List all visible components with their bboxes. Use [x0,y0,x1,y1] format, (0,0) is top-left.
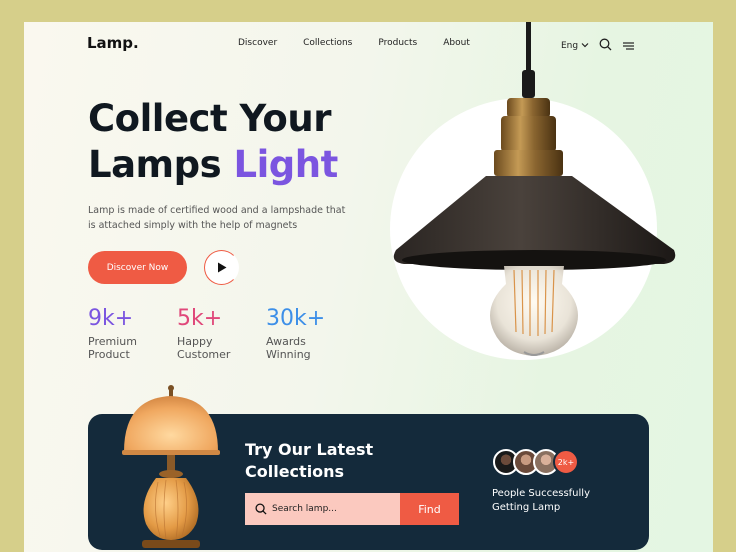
stat-label: Premium Product [88,335,137,361]
discover-now-button[interactable]: Discover Now [88,251,187,284]
search-input[interactable] [272,504,392,514]
hero-title: Collect Your Lamps Light [88,96,338,188]
customer-avatars: 2k+ [493,449,579,475]
stat-happy-customer: 5k+ Happy Customer [177,305,266,361]
stat-premium-product: 9k+ Premium Product [88,305,177,361]
stat-value: 30k+ [266,306,326,331]
play-icon [217,258,227,277]
play-video-button[interactable] [204,250,239,285]
pendant-lamp-image [393,22,676,356]
hero-title-line-1: Collect Your [88,97,331,140]
table-lamp-image [122,385,220,548]
search-box [245,493,402,525]
stat-label: Happy Customer [177,335,231,361]
stat-awards-winning: 30k+ Awards Winning [266,305,355,361]
avatar-count-badge: 2k+ [553,449,579,475]
stat-value: 5k+ [177,306,223,331]
logo[interactable]: Lamp. [87,34,139,52]
nav-link-collections[interactable]: Collections [303,38,352,48]
hero-title-line-2: Lamps Light [88,142,338,188]
nav-link-discover[interactable]: Discover [238,38,277,48]
stat-value: 9k+ [88,306,134,331]
stats-row: 9k+ Premium Product 5k+ Happy Customer 3… [88,305,355,361]
search-icon [255,500,267,519]
hero-title-plain: Lamps [88,143,234,186]
promo-title: Try Our Latest Collections [245,440,374,481]
hero-description: Lamp is made of certified wood and a lam… [88,205,346,231]
hero-title-accent: Light [233,143,339,186]
landing-page: Lamp. Discover Collections Products Abou… [24,22,713,552]
people-count-text: People Successfully Getting Lamp [492,488,590,513]
find-button[interactable]: Find [400,493,459,525]
stat-label: Awards Winning [266,335,311,361]
